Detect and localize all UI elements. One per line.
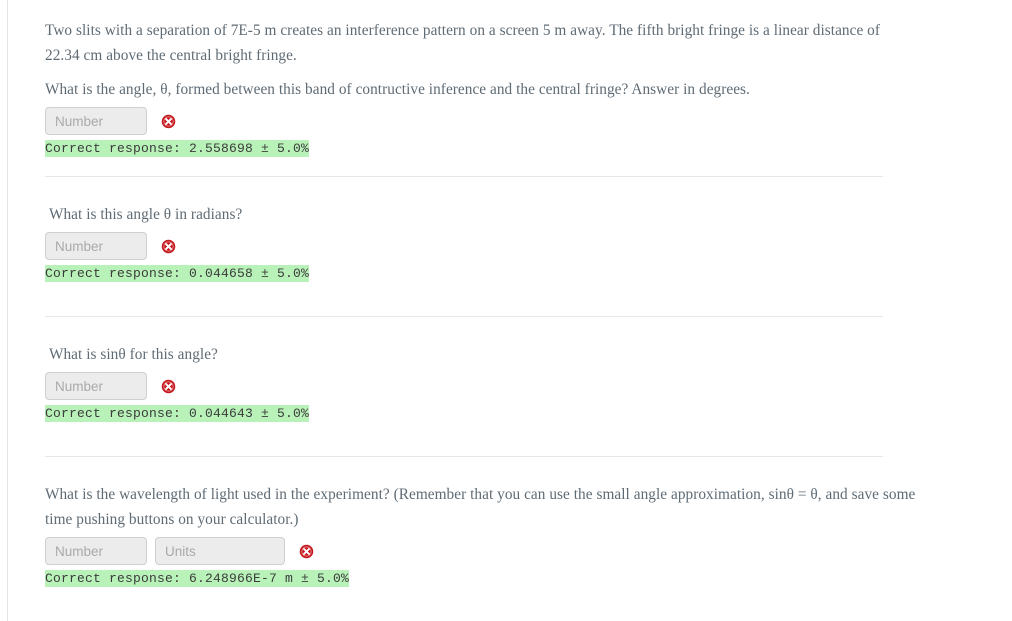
answer-row-2 [45, 232, 883, 260]
answer-number-input-4[interactable] [45, 537, 147, 565]
correct-response-4: Correct response: 6.248966E-7 m ± 5.0% [45, 570, 350, 587]
question-block-1: Two slits with a separation of 7E-5 m cr… [45, 0, 880, 157]
correct-response-1: Correct response: 2.558698 ± 5.0% [45, 140, 310, 157]
answer-row-4 [45, 537, 925, 565]
section-divider-1 [45, 176, 883, 177]
intro-line-1: Two slits with a separation of 7E-5 m cr… [45, 22, 880, 39]
section-divider-3 [45, 456, 883, 457]
quiz-page: Two slits with a separation of 7E-5 m cr… [0, 0, 1012, 621]
intro-paragraph: Two slits with a separation of 7E-5 m cr… [45, 18, 880, 68]
question-prompt-1: What is the angle, θ, formed between thi… [45, 81, 750, 98]
page-left-border [7, 0, 8, 621]
question-block-4: What is the wavelength of light used in … [45, 456, 925, 587]
answer-number-input-3[interactable] [45, 372, 147, 400]
correct-response-wrap-1: Correct response: 2.558698 ± 5.0% [45, 139, 880, 157]
question-block-3: What is sinθ for this angle? Correct res… [45, 316, 883, 422]
correct-response-2: Correct response: 0.044658 ± 5.0% [45, 265, 310, 282]
correct-response-wrap-3: Correct response: 0.044643 ± 5.0% [45, 404, 883, 422]
answer-number-input-2[interactable] [45, 232, 147, 260]
incorrect-answer-icon-4 [299, 544, 314, 559]
question-block-2: What is this angle θ in radians? Correct… [45, 176, 883, 282]
section-divider-2 [45, 316, 883, 317]
question-prompt-3: What is sinθ for this angle? [49, 346, 218, 363]
answer-row-1 [45, 107, 880, 135]
answer-units-input-4[interactable] [155, 537, 285, 565]
correct-response-wrap-2: Correct response: 0.044658 ± 5.0% [45, 264, 883, 282]
question-prompt-2: What is this angle θ in radians? [49, 206, 243, 223]
incorrect-answer-icon-2 [161, 239, 176, 254]
intro-line-2: 22.34 cm above the central bright fringe… [45, 47, 297, 64]
answer-row-3 [45, 372, 883, 400]
question-prompt-4-line-1: What is the wavelength of light used in … [45, 486, 880, 503]
question-prompt-4: What is the wavelength of light used in … [45, 482, 925, 532]
correct-response-wrap-4: Correct response: 6.248966E-7 m ± 5.0% [45, 569, 925, 587]
incorrect-answer-icon-3 [161, 379, 176, 394]
incorrect-answer-icon-1 [161, 114, 176, 129]
correct-response-3: Correct response: 0.044643 ± 5.0% [45, 405, 310, 422]
answer-number-input-1[interactable] [45, 107, 147, 135]
